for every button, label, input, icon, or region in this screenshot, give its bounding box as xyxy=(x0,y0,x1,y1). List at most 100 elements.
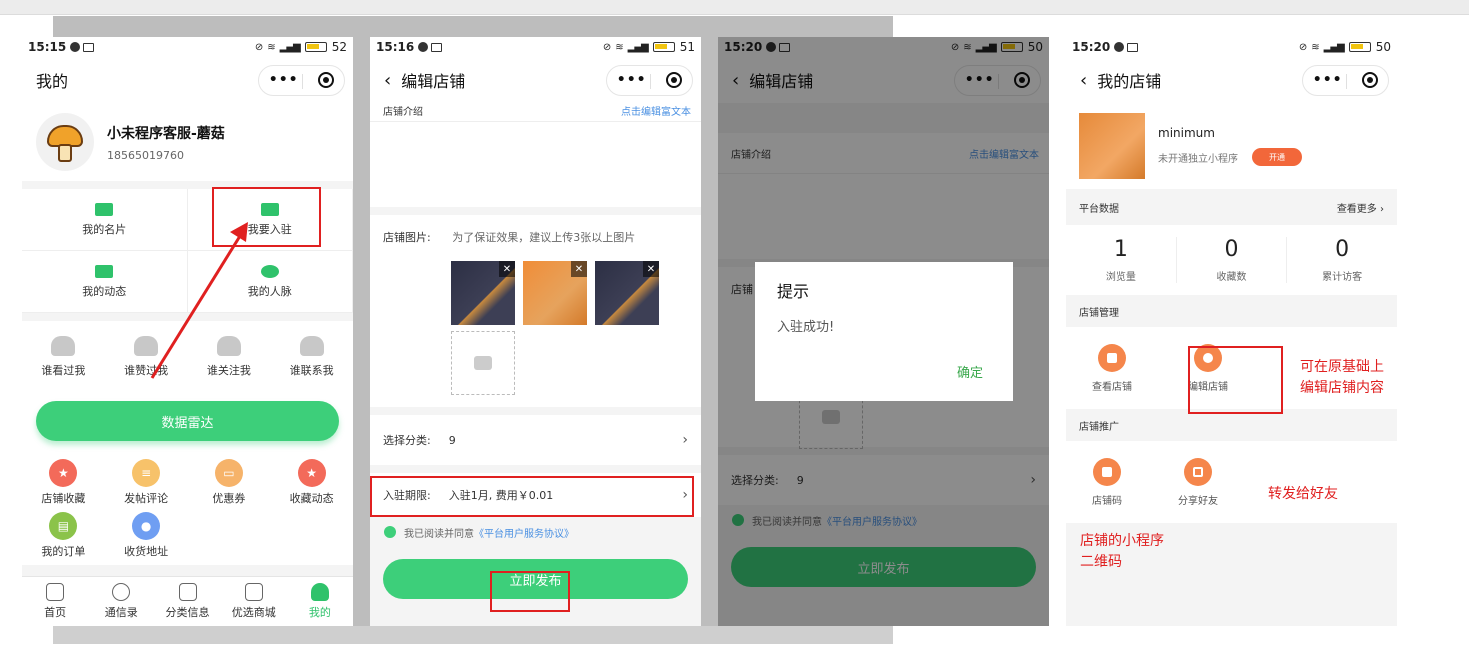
period-label: 入驻期限: xyxy=(383,489,431,502)
status-time: 15:20 xyxy=(1072,40,1111,54)
grid-item-join[interactable]: 我要入驻 xyxy=(187,189,353,251)
mini-program-capsule: ••• xyxy=(1302,64,1389,96)
share-friends-button[interactable]: 分享好友 xyxy=(1178,457,1218,507)
phone-edit-shop: 15:16 ⊘ ≋ ▂▄▆ 51 ‹ 编辑店铺 ••• 店铺介绍 点击编辑富文本… xyxy=(370,37,701,626)
annotation-qr-note: 店铺的小程序 二维码 xyxy=(1080,533,1164,570)
planet-icon xyxy=(112,583,131,601)
tab-home[interactable]: 首页 xyxy=(22,577,88,626)
nav-bar: ‹ 我的店铺 ••• xyxy=(1066,57,1397,103)
stat-liked-me[interactable]: 谁赞过我 xyxy=(124,336,168,378)
tab-contacts[interactable]: 通信录 xyxy=(88,577,154,626)
stat-followed-me[interactable]: 谁关注我 xyxy=(207,336,251,378)
shop-image-thumb[interactable]: ✕ xyxy=(523,261,587,325)
person-icon xyxy=(310,583,329,601)
phone-edit-shop-success: 15:20 ⊘ ≋ ▂▄▆ 50 ‹ 编辑店铺 ••• 店铺介绍 点击编辑富文本 xyxy=(718,37,1049,626)
close-target-icon[interactable] xyxy=(1362,72,1379,88)
close-target-icon[interactable] xyxy=(318,72,335,88)
page-title: 编辑店铺 xyxy=(401,72,466,91)
image-thumbnails: ✕ ✕ ✕ xyxy=(451,261,688,325)
check-icon[interactable] xyxy=(384,526,396,538)
remove-icon[interactable]: ✕ xyxy=(499,261,515,277)
battery-level: 52 xyxy=(331,40,347,54)
dialog-confirm-button[interactable]: 确定 xyxy=(957,362,983,381)
more-icon[interactable]: ••• xyxy=(617,72,647,88)
upload-image-button[interactable] xyxy=(451,331,515,395)
chat-bubble-icon xyxy=(95,264,114,278)
radar-section: 数据雷达 xyxy=(22,393,353,453)
nav-bar: ‹ 编辑店铺 ••• xyxy=(370,57,701,103)
shop-image-thumb[interactable]: ✕ xyxy=(595,261,659,325)
profile-card[interactable]: 小未程序客服-蘑菇 18565019760 xyxy=(22,103,353,181)
remove-icon[interactable]: ✕ xyxy=(643,261,659,277)
tab-mall[interactable]: 优选商城 xyxy=(221,577,287,626)
shortcut-shop-favorites[interactable]: ★ 店铺收藏 xyxy=(22,459,105,506)
intro-content-area[interactable] xyxy=(370,121,701,207)
grid-item-moments[interactable]: 我的动态 xyxy=(22,251,188,313)
image-icon xyxy=(83,42,95,52)
edit-rich-text-link[interactable]: 点击编辑富文本 xyxy=(621,103,691,118)
settings-icon xyxy=(1194,343,1222,372)
top-shade xyxy=(0,0,1469,14)
mute-icon: ⊘ xyxy=(254,41,263,53)
status-time: 15:15 xyxy=(28,40,67,54)
remove-icon[interactable]: ✕ xyxy=(571,261,587,277)
shop-name: minimum xyxy=(1158,126,1215,140)
status-time: 15:16 xyxy=(376,40,415,54)
chevron-right-icon: › xyxy=(682,487,688,503)
shop-manage-label: 店铺管理 xyxy=(1079,307,1119,319)
agreement-row[interactable]: 我已阅读并同意 《平台用户服务协议》 xyxy=(370,517,701,547)
stat-viewed-me[interactable]: 谁看过我 xyxy=(41,336,85,378)
annotation-share-note: 转发给好友 xyxy=(1268,486,1338,502)
shortcut-address[interactable]: ● 收货地址 xyxy=(105,512,188,559)
promote-actions: 店铺码 分享好友 xyxy=(1066,441,1397,523)
shop-qr-code-button[interactable]: 店铺码 xyxy=(1092,457,1122,507)
wifi-icon: ≋ xyxy=(1311,41,1319,53)
close-target-icon[interactable] xyxy=(666,72,683,88)
stat-contacted-me[interactable]: 谁联系我 xyxy=(290,336,334,378)
more-icon[interactable]: ••• xyxy=(269,72,299,88)
period-value: 入驻1月, 费用￥0.01 xyxy=(448,489,554,502)
chevron-right-icon: › xyxy=(682,432,688,448)
tab-bar: 首页 通信录 分类信息 优选商城 我的 xyxy=(22,576,353,626)
back-icon[interactable]: ‹ xyxy=(384,70,391,91)
data-radar-button[interactable]: 数据雷达 xyxy=(36,401,339,441)
mute-icon: ⊘ xyxy=(602,41,611,53)
mini-program-capsule: ••• xyxy=(606,64,693,96)
shop-image-thumb[interactable]: ✕ xyxy=(451,261,515,325)
metric-views: 1 浏览量 xyxy=(1066,237,1177,283)
group-icon xyxy=(299,336,324,356)
agreement-link[interactable]: 《平台用户服务协议》 xyxy=(474,525,574,540)
edit-shop-button[interactable]: 编辑店铺 xyxy=(1188,343,1228,393)
more-icon[interactable]: ••• xyxy=(1313,72,1343,88)
shop-card: minimum 未开通独立小程序 开通 xyxy=(1066,103,1397,189)
back-icon[interactable]: ‹ xyxy=(1080,70,1087,91)
shortcut-saved-moments[interactable]: ★ 收藏动态 xyxy=(270,459,353,506)
status-bar: 15:20 ⊘ ≋ ▂▄▆ 50 xyxy=(1066,37,1397,57)
battery-level: 50 xyxy=(1375,40,1391,54)
location-pin-icon: ● xyxy=(132,512,161,540)
gray-backdrop-bottom xyxy=(53,626,893,644)
card-icon xyxy=(95,202,114,216)
signal-icon: ▂▄▆ xyxy=(1323,41,1345,53)
tab-classifieds[interactable]: 分类信息 xyxy=(154,577,220,626)
shortcut-coupons[interactable]: ▭ 优惠券 xyxy=(188,459,271,506)
publish-button[interactable]: 立即发布 xyxy=(383,559,688,599)
platform-data-label: 平台数据 xyxy=(1079,203,1119,215)
open-mini-program-button[interactable]: 开通 xyxy=(1252,148,1302,166)
top-divider xyxy=(0,14,1469,15)
view-more-link[interactable]: 查看更多 › xyxy=(1337,200,1384,215)
page-title: 我的店铺 xyxy=(1097,72,1162,91)
shortcut-my-orders[interactable]: ▤ 我的订单 xyxy=(22,512,105,559)
profile-phone: 18565019760 xyxy=(107,148,184,162)
battery-icon xyxy=(1348,42,1371,52)
view-shop-button[interactable]: 查看店铺 xyxy=(1092,343,1132,393)
category-label: 选择分类: xyxy=(383,434,431,447)
category-row[interactable]: 选择分类: 9 › xyxy=(370,415,701,465)
grid-item-business-card[interactable]: 我的名片 xyxy=(22,189,188,251)
tab-mine[interactable]: 我的 xyxy=(287,577,353,626)
order-icon: ▤ xyxy=(49,512,78,540)
shop-icon xyxy=(260,202,279,216)
grid-item-contacts[interactable]: 我的人脉 xyxy=(187,251,353,313)
period-row[interactable]: 入驻期限: 入驻1月, 费用￥0.01 › xyxy=(370,473,701,517)
shortcut-post-comments[interactable]: ≡ 发帖评论 xyxy=(105,459,188,506)
